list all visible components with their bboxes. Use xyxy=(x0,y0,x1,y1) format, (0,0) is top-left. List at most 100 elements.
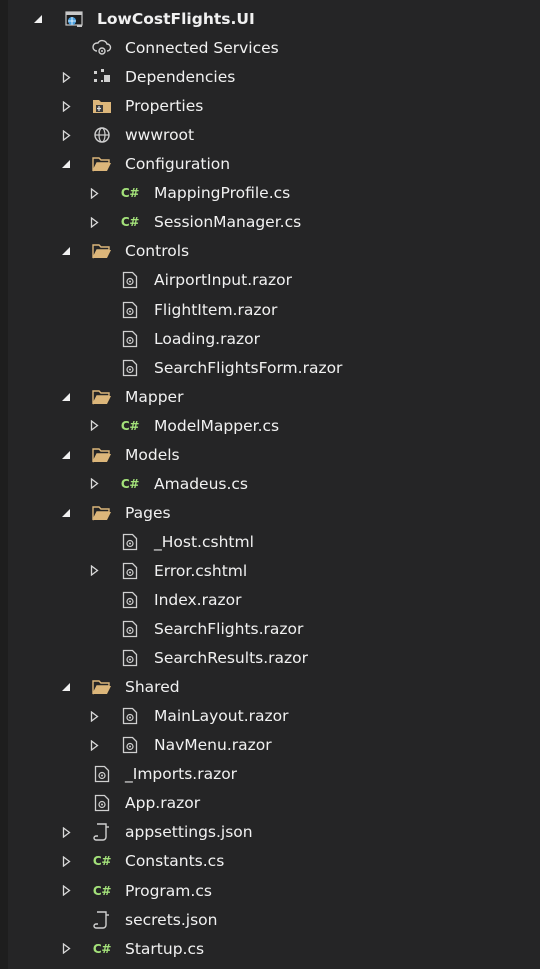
tree-item[interactable]: Error.cshtml xyxy=(8,557,540,586)
razor-file-icon xyxy=(120,590,140,610)
collapsed-arrow-icon[interactable] xyxy=(59,942,73,956)
tree-item-label: Shared xyxy=(125,678,180,697)
tree-item-label: _Host.cshtml xyxy=(154,532,254,551)
tree-item[interactable]: MainLayout.razor xyxy=(8,702,540,731)
tree-item-label: FlightItem.razor xyxy=(154,300,278,319)
folder-open-icon xyxy=(92,677,112,697)
razor-file-icon xyxy=(92,793,112,813)
csharp-file-icon: C# xyxy=(120,476,140,491)
tree-item-label: Constants.cs xyxy=(125,852,225,871)
tree-item-label: wwwroot xyxy=(125,126,195,145)
razor-file-icon xyxy=(120,532,140,552)
tree-item[interactable]: Loading.razor xyxy=(8,325,540,354)
expanded-arrow-icon[interactable] xyxy=(59,157,73,171)
razor-file-icon xyxy=(120,648,140,668)
collapsed-arrow-icon[interactable] xyxy=(59,128,73,142)
expanded-arrow-icon[interactable] xyxy=(31,12,45,26)
collapsed-arrow-icon[interactable] xyxy=(87,477,101,491)
tree-item[interactable]: C# SessionManager.cs xyxy=(8,208,540,237)
tree-item[interactable]: FlightItem.razor xyxy=(8,296,540,325)
tree-item-label: NavMenu.razor xyxy=(154,736,272,755)
tree-item[interactable]: NavMenu.razor xyxy=(8,731,540,760)
tree-item-label: ModelMapper.cs xyxy=(154,416,280,435)
tree-item-label: App.razor xyxy=(125,794,201,813)
collapsed-arrow-icon[interactable] xyxy=(87,186,101,200)
collapsed-arrow-icon[interactable] xyxy=(87,419,101,433)
tree-item[interactable]: _Host.cshtml xyxy=(8,528,540,557)
tree-item[interactable]: SearchResults.razor xyxy=(8,644,540,673)
expanded-arrow-icon[interactable] xyxy=(59,506,73,520)
tree-item[interactable]: SearchFlightsForm.razor xyxy=(8,354,540,383)
razor-file-icon xyxy=(120,358,140,378)
tree-item[interactable]: C# Startup.cs xyxy=(8,935,540,964)
tree-item[interactable]: C# Constants.cs xyxy=(8,847,540,876)
collapsed-arrow-icon[interactable] xyxy=(87,709,101,723)
tree-item[interactable]: Models xyxy=(8,441,540,470)
collapsed-arrow-icon[interactable] xyxy=(59,854,73,868)
folder-open-icon xyxy=(92,445,112,465)
tree-item-label: Controls xyxy=(125,242,190,261)
collapsed-arrow-icon[interactable] xyxy=(87,738,101,752)
tree-item[interactable]: C# MappingProfile.cs xyxy=(8,179,540,208)
tree-item-label: appsettings.json xyxy=(125,823,253,842)
csharp-file-icon: C# xyxy=(120,186,140,201)
tree-item[interactable]: Dependencies xyxy=(8,63,540,92)
tree-item-label: LowCostFlights.UI xyxy=(97,10,255,28)
tree-item-label: Amadeus.cs xyxy=(154,474,248,493)
tree-item[interactable]: wwwroot xyxy=(8,121,540,150)
tree-item-label: Properties xyxy=(125,97,204,116)
collapsed-arrow-icon[interactable] xyxy=(87,564,101,578)
tree-item[interactable]: Index.razor xyxy=(8,586,540,615)
globe-icon xyxy=(92,125,112,145)
tree-item-label: AirportInput.razor xyxy=(154,271,292,290)
collapsed-arrow-icon[interactable] xyxy=(59,99,73,113)
expanded-arrow-icon[interactable] xyxy=(59,448,73,462)
tree-item[interactable]: AirportInput.razor xyxy=(8,266,540,295)
tree-item[interactable]: secrets.json xyxy=(8,906,540,935)
properties-icon xyxy=(92,96,112,116)
expanded-arrow-icon[interactable] xyxy=(59,390,73,404)
tree-item[interactable]: appsettings.json xyxy=(8,818,540,847)
tree-item[interactable]: Shared xyxy=(8,673,540,702)
tree-item-label: Startup.cs xyxy=(125,939,205,958)
tree-item[interactable]: Mapper xyxy=(8,383,540,412)
tree-item-label: SearchFlights.razor xyxy=(154,620,304,639)
tree-item-label: Pages xyxy=(125,503,171,522)
tree-item[interactable]: C# ModelMapper.cs xyxy=(8,412,540,441)
tree-item[interactable]: Properties xyxy=(8,92,540,121)
collapsed-arrow-icon[interactable] xyxy=(87,215,101,229)
collapsed-arrow-icon[interactable] xyxy=(59,825,73,839)
razor-file-icon xyxy=(92,764,112,784)
tree-item[interactable]: Pages xyxy=(8,499,540,528)
tree-item-label: Mapper xyxy=(125,387,184,406)
tree-item[interactable]: App.razor xyxy=(8,789,540,818)
collapsed-arrow-icon[interactable] xyxy=(59,884,73,898)
tree-item[interactable]: Controls xyxy=(8,237,540,266)
tree-item-label: Index.razor xyxy=(154,591,242,609)
collapsed-arrow-icon[interactable] xyxy=(59,70,73,84)
tree-item-label: SessionManager.cs xyxy=(154,213,302,232)
csharp-file-icon: C# xyxy=(120,215,140,230)
expanded-arrow-icon[interactable] xyxy=(59,244,73,258)
tree-item-label: SearchFlightsForm.razor xyxy=(154,358,343,377)
tree-item-label: Loading.razor xyxy=(154,329,260,348)
razor-file-icon xyxy=(120,619,140,639)
csharp-file-icon: C# xyxy=(92,941,112,956)
connected-services-icon xyxy=(92,38,112,58)
csharp-file-icon: C# xyxy=(92,883,112,898)
expanded-arrow-icon[interactable] xyxy=(59,680,73,694)
tree-item[interactable]: SearchFlights.razor xyxy=(8,615,540,644)
tree-item[interactable]: Connected Services xyxy=(8,34,540,63)
tree-item[interactable]: _Imports.razor xyxy=(8,760,540,789)
tree-item[interactable]: Configuration xyxy=(8,150,540,179)
folder-open-icon xyxy=(92,503,112,523)
tree-item[interactable]: C# Program.cs xyxy=(8,877,540,906)
folder-open-icon xyxy=(92,241,112,261)
project-icon xyxy=(64,9,84,29)
tree-item[interactable]: C# Amadeus.cs xyxy=(8,470,540,499)
tree-item-label: MainLayout.razor xyxy=(154,707,289,726)
razor-file-icon xyxy=(120,300,140,320)
tree-item[interactable]: LowCostFlights.UI xyxy=(8,5,540,34)
csharp-file-icon: C# xyxy=(92,854,112,869)
tree-item-label: Error.cshtml xyxy=(154,561,248,580)
